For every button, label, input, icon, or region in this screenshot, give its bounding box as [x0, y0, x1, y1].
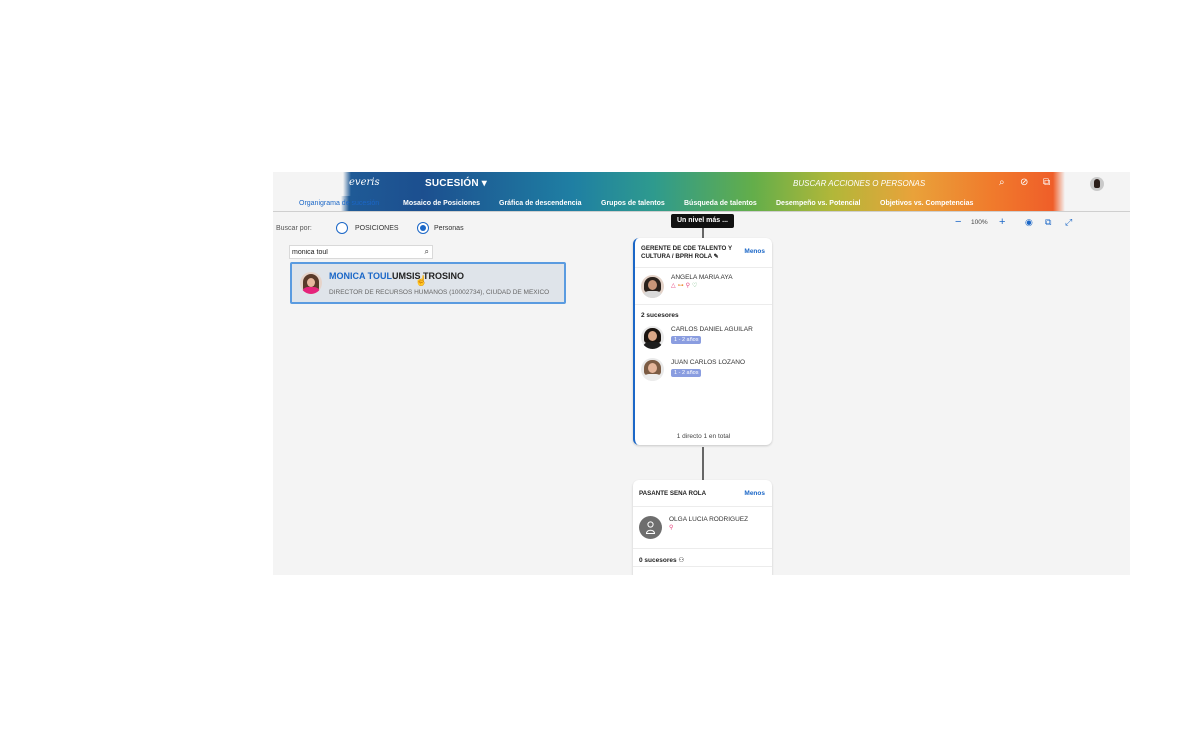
global-search-field[interactable]: BUSCAR ACCIONES O PERSONAS	[793, 179, 925, 188]
radio-personas[interactable]	[417, 222, 429, 234]
result-name-rest: UMSIS TROSINO	[392, 271, 465, 281]
radio-personas-label: Personas	[434, 225, 464, 232]
incumbent-name[interactable]: OLGA LUCIA RODRIGUEZ	[669, 516, 748, 523]
successor-name[interactable]: JUAN CARLOS LOZANO	[671, 359, 745, 366]
successors-count: 2 sucesores	[641, 312, 679, 319]
divider	[633, 566, 772, 567]
nav-busqueda-talentos[interactable]: Búsqueda de talentos	[684, 200, 757, 207]
fullscreen-icon[interactable]: ⤢	[1065, 216, 1072, 228]
hand-cursor-icon: ☝	[415, 276, 428, 287]
search-icon[interactable]: ⌕	[999, 177, 1005, 189]
nav-mosaico-posiciones[interactable]: Mosaico de Posiciones	[403, 200, 480, 207]
top-bar: everis SUCESIÓN ▾ BUSCAR ACCIONES O PERS…	[273, 172, 1130, 196]
person-icon	[646, 521, 655, 534]
incumbent-avatar[interactable]	[641, 275, 664, 298]
zoom-out-button[interactable]: −	[955, 216, 961, 228]
nav-grupos-talentos[interactable]: Grupos de talentos	[601, 200, 665, 207]
readiness-badge: 1 - 2 años	[671, 336, 702, 344]
radio-posiciones[interactable]	[336, 222, 348, 234]
zoom-level: 100%	[971, 219, 988, 226]
divider	[633, 506, 772, 507]
user-avatar[interactable]	[1090, 177, 1104, 191]
result-name-match: MONICA TOUL	[329, 271, 392, 281]
collapse-button[interactable]: Menos	[744, 490, 765, 497]
module-selector[interactable]: SUCESIÓN ▾	[425, 178, 487, 189]
add-successor-icon[interactable]: ⚇	[678, 557, 684, 564]
divider	[635, 304, 772, 305]
position-title: GERENTE DE CDE TALENTO Y CULTURA / BPRH …	[641, 245, 732, 260]
collapse-button[interactable]: Menos	[744, 248, 765, 255]
position-card[interactable]: GERENTE DE CDE TALENTO Y CULTURA / BPRH …	[633, 238, 772, 445]
pencil-icon[interactable]: ✎	[714, 253, 719, 260]
zoom-in-button[interactable]: +	[999, 216, 1005, 228]
generic-person-avatar[interactable]	[639, 516, 662, 539]
nav-desempeno-potencial[interactable]: Desempeño vs. Potencial	[776, 200, 860, 207]
successor-name[interactable]: CARLOS DANIEL AGUILAR	[671, 326, 753, 333]
org-connector-top	[702, 228, 704, 238]
search-icon[interactable]: ⌕	[425, 247, 429, 257]
readiness-badge: 1 - 2 años	[671, 369, 702, 377]
search-result-item[interactable]: MONICA TOULUMSIS TROSINO DIRECTOR DE REC…	[290, 262, 566, 304]
position-card[interactable]: PASANTE SENA ROLA Menos OLGA LUCIA RODRI…	[633, 480, 772, 575]
person-avatar	[300, 272, 322, 294]
person-search-input[interactable]	[292, 247, 416, 258]
main-nav: Organigrama de sucesión Mosaico de Posic…	[273, 196, 1130, 212]
company-logo[interactable]: everis	[349, 177, 380, 188]
key-icon: ⊶	[677, 283, 686, 289]
result-name: MONICA TOULUMSIS TROSINO	[329, 271, 464, 281]
person-search-box: ⌕	[289, 245, 433, 259]
export-icon[interactable]: ⧉	[1045, 216, 1051, 228]
rating-icons: △⊶⚲♡	[671, 282, 699, 289]
successors-count: 0 sucesores ⚇	[639, 557, 685, 564]
one-level-up-tooltip[interactable]: Un nivel más ...	[671, 214, 734, 228]
notification-icon[interactable]: ⧉	[1043, 177, 1050, 189]
divider	[635, 267, 772, 268]
risk-icon: △	[671, 283, 678, 289]
successor-avatar[interactable]	[641, 326, 664, 349]
nav-organigrama-sucesion[interactable]: Organigrama de sucesión	[299, 200, 379, 207]
result-position: DIRECTOR DE RECURSOS HUMANOS (10002734),…	[329, 289, 550, 296]
search-by-label: Buscar por:	[276, 225, 312, 232]
position-title: PASANTE SENA ROLA	[639, 490, 707, 497]
heart-icon: ♡	[692, 283, 700, 289]
location-icon: ⚲	[669, 525, 676, 531]
successor-avatar[interactable]	[641, 358, 664, 381]
nav-grafica-descendencia[interactable]: Gráfica de descendencia	[499, 200, 581, 207]
direct-reports-summary[interactable]: 1 directo 1 en total	[635, 433, 772, 440]
nav-objetivos-competencias[interactable]: Objetivos vs. Competencias	[880, 200, 973, 207]
org-connector	[702, 447, 704, 480]
succession-app: everis SUCESIÓN ▾ BUSCAR ACCIONES O PERS…	[273, 172, 1130, 575]
check-circle-icon[interactable]: ⊘	[1020, 177, 1028, 189]
eye-icon[interactable]: ◉	[1025, 216, 1033, 228]
divider	[633, 548, 772, 549]
radio-posiciones-label: POSICIONES	[355, 225, 399, 232]
incumbent-name[interactable]: ANGELA MARIA AYA	[671, 274, 733, 281]
